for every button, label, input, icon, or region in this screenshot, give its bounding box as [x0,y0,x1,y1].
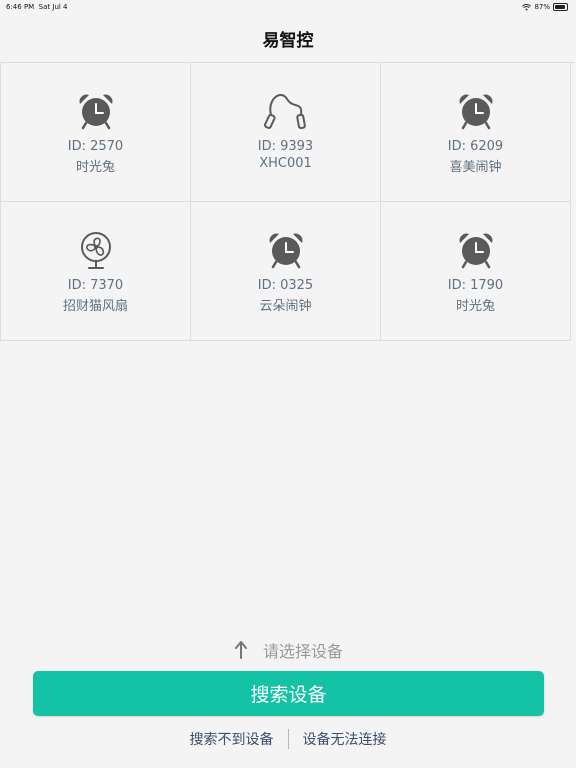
jump-rope-icon [263,91,309,131]
alarm-clock-icon [453,230,499,270]
nav-bar: 易智控 [0,14,576,62]
status-right: 87% [522,3,568,11]
device-name: 时光兔 [455,299,495,314]
device-card[interactable]: ID: 7370 招财猫风扇 [1,202,191,341]
device-id: ID: 9393 [257,139,314,154]
device-grid: ID: 2570 时光兔 ID: 9393 XHC001 ID: 6209 喜美… [0,62,575,341]
select-device-hint: 请选择设备 [0,638,576,662]
fan-icon [73,230,119,270]
device-card[interactable]: ID: 1790 时光兔 [381,202,571,341]
status-time: 6:46 PM [6,3,35,11]
page-title: 易智控 [262,30,314,51]
battery-level [555,5,565,9]
device-name: 喜美闹钟 [449,160,502,175]
device-name: 云朵闹钟 [259,299,312,314]
link-divider [287,729,289,749]
status-time-date: 6:46 PM Sat Jul 4 [6,3,68,11]
device-id: ID: 6209 [447,139,504,154]
hint-text: 请选择设备 [262,642,343,661]
alarm-clock-icon [453,91,499,131]
status-date: Sat Jul 4 [38,3,68,11]
device-name: XHC001 [259,156,312,171]
battery-icon [553,3,568,11]
device-card[interactable]: ID: 6209 喜美闹钟 [381,63,571,202]
device-name: 时光兔 [75,160,115,175]
device-card[interactable]: ID: 2570 时光兔 [1,63,191,202]
help-links: 搜索不到设备 设备无法连接 [0,729,576,749]
cannot-connect-link[interactable]: 设备无法连接 [303,729,387,749]
device-id: ID: 0325 [257,278,314,293]
device-id: ID: 1790 [447,278,504,293]
device-name: 招财猫风扇 [62,299,128,314]
wifi-icon [522,3,532,11]
device-card[interactable]: ID: 9393 XHC001 [191,63,381,202]
search-devices-button[interactable]: 搜索设备 [33,671,544,716]
alarm-clock-icon [263,230,309,270]
battery-percent: 87% [534,3,550,11]
alarm-clock-icon [73,91,119,131]
device-not-found-link[interactable]: 搜索不到设备 [190,729,274,749]
device-card[interactable]: ID: 0325 云朵闹钟 [191,202,381,341]
status-bar: 6:46 PM Sat Jul 4 87% [0,0,576,14]
arrow-up-icon [234,641,247,659]
device-id: ID: 2570 [67,139,124,154]
device-id: ID: 7370 [67,278,124,293]
